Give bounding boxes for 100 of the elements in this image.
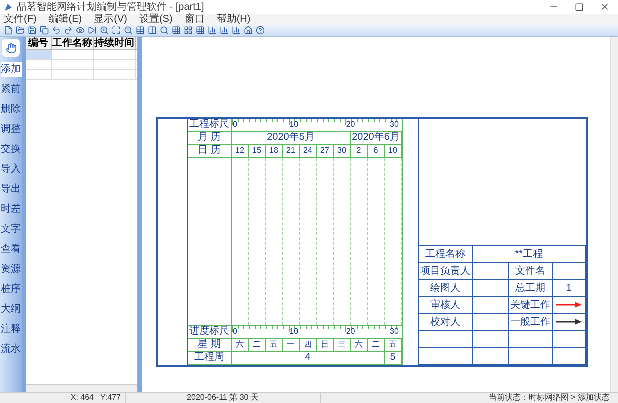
info-cell (473, 280, 509, 297)
row-label: 日 历 (188, 145, 232, 157)
ruler-tick-label: 20 (346, 326, 356, 338)
side-tool[interactable]: 紧前 (0, 82, 22, 97)
weekday-cell: 一 (283, 339, 300, 351)
weekday-cell: 三 (334, 339, 351, 351)
row-label: 月 历 (188, 132, 232, 144)
weekday-cell: 五 (385, 339, 402, 351)
side-tool[interactable]: 调整 (0, 122, 22, 137)
column-header[interactable]: 工作名称 (52, 37, 94, 49)
side-tool[interactable]: 查看 (0, 242, 22, 257)
eye-icon[interactable] (76, 26, 85, 35)
side-tool[interactable]: 交换 (0, 142, 22, 157)
side-tool[interactable]: 流水 (0, 342, 22, 357)
maximize-icon[interactable] (575, 2, 584, 12)
menu-item[interactable]: 文件(F) (4, 14, 37, 25)
day-cell: 10 (385, 145, 402, 157)
ruler-tick-label: 30 (390, 119, 399, 131)
side-tool[interactable]: 桩序 (0, 282, 22, 297)
info-cell (509, 331, 553, 348)
weekday-cell: 二 (368, 339, 385, 351)
day-cell: 24 (300, 145, 317, 157)
home-icon[interactable] (244, 26, 253, 35)
info-label: 项目负责人 (419, 263, 473, 280)
fit-icon[interactable] (112, 26, 121, 35)
month-cell: 2020年5月 (232, 132, 351, 144)
week-cell: 5 (385, 352, 402, 364)
table-cell[interactable] (26, 50, 52, 59)
side-tool[interactable]: 添加 (0, 62, 22, 77)
info-label: 工程名称 (419, 246, 473, 263)
side-tool[interactable]: 大纲 (0, 302, 22, 317)
info-label: 校对人 (419, 314, 473, 331)
side-tool[interactable]: 资源 (0, 262, 22, 277)
side-tool[interactable]: 删除 (0, 102, 22, 117)
hand-icon (6, 42, 16, 54)
bar-chart-icon[interactable] (208, 26, 217, 35)
day-cell: 6 (368, 145, 385, 157)
info-cell (473, 297, 509, 314)
info-cell (473, 263, 509, 280)
menu-item[interactable]: 设置(S) (139, 14, 173, 25)
layout-icon[interactable] (184, 26, 193, 35)
search-icon[interactable] (160, 26, 169, 35)
day-cell: 12 (232, 145, 249, 157)
bar-chart-icon[interactable] (232, 26, 241, 35)
copy-icon[interactable] (40, 26, 49, 35)
week-cell: 4 (232, 352, 385, 364)
app-icon (4, 2, 13, 12)
menu-item[interactable]: 编辑(E) (48, 14, 82, 25)
hand-tool[interactable] (2, 39, 20, 57)
table-icon[interactable] (136, 26, 145, 35)
weekday-cell: 六 (232, 339, 249, 351)
help-icon[interactable] (256, 26, 265, 35)
vertical-scrollbar[interactable] (610, 37, 618, 392)
grid-icon[interactable] (196, 26, 205, 35)
grid-icon[interactable] (172, 26, 181, 35)
current-date: 2020-06-11 第 30 天 (187, 393, 259, 403)
menu-item[interactable]: 显示(V) (94, 14, 128, 25)
column-header[interactable]: 持续时间 (94, 37, 136, 49)
legend-label: 一般工作 (509, 314, 553, 331)
day-cell: 2 (351, 145, 368, 157)
folder-icon[interactable] (16, 26, 25, 35)
save-icon[interactable] (28, 26, 37, 35)
weekday-cell: 五 (266, 339, 283, 351)
side-tool[interactable]: 文字 (0, 222, 22, 237)
skip-icon[interactable] (88, 26, 97, 35)
zoom-in-icon[interactable] (100, 26, 109, 35)
close-icon[interactable] (600, 2, 610, 12)
info-value: 1 (553, 280, 586, 297)
weekday-cell: 二 (249, 339, 266, 351)
info-cell (473, 314, 509, 331)
side-tool[interactable]: 导入 (0, 162, 22, 177)
ruler-tick-label: 20 (346, 119, 356, 131)
column-header[interactable]: 编号 (26, 37, 52, 49)
chart-icon[interactable] (220, 26, 229, 35)
horizontal-scrollbar[interactable] (26, 384, 137, 392)
row-label: 工程周 (188, 352, 232, 364)
ruler-tick-label: 10 (290, 119, 299, 131)
side-tool[interactable]: 导出 (0, 182, 22, 197)
columns-icon[interactable] (148, 26, 157, 35)
row-label: 星 期 (188, 339, 232, 351)
info-value: **工程 (473, 246, 586, 263)
cursor-coordinates: X: 464 Y:477 (70, 393, 121, 403)
side-tool[interactable]: 注释 (0, 322, 22, 337)
redo-icon[interactable] (64, 26, 73, 35)
info-cell (473, 331, 509, 348)
side-tool[interactable]: 时差 (0, 202, 22, 217)
status-text: 当前状态：时标网络图 > 添加状态 (488, 393, 610, 403)
day-cell: 30 (334, 145, 351, 157)
undo-icon[interactable] (52, 26, 61, 35)
legend-label: 关键工作 (509, 297, 553, 314)
info-label: 文件名 (509, 263, 553, 280)
file-icon[interactable] (4, 26, 13, 35)
ruler-tick-label: 0 (233, 326, 238, 338)
ruler-tick-label: 10 (290, 326, 299, 338)
weekday-cell: 六 (351, 339, 368, 351)
day-cell: 18 (266, 145, 283, 157)
menu-item[interactable]: 窗口 (184, 14, 205, 25)
zoom-out-icon[interactable] (124, 26, 133, 35)
day-cell: 21 (283, 145, 300, 157)
menu-item[interactable]: 帮助(H) (216, 14, 251, 25)
